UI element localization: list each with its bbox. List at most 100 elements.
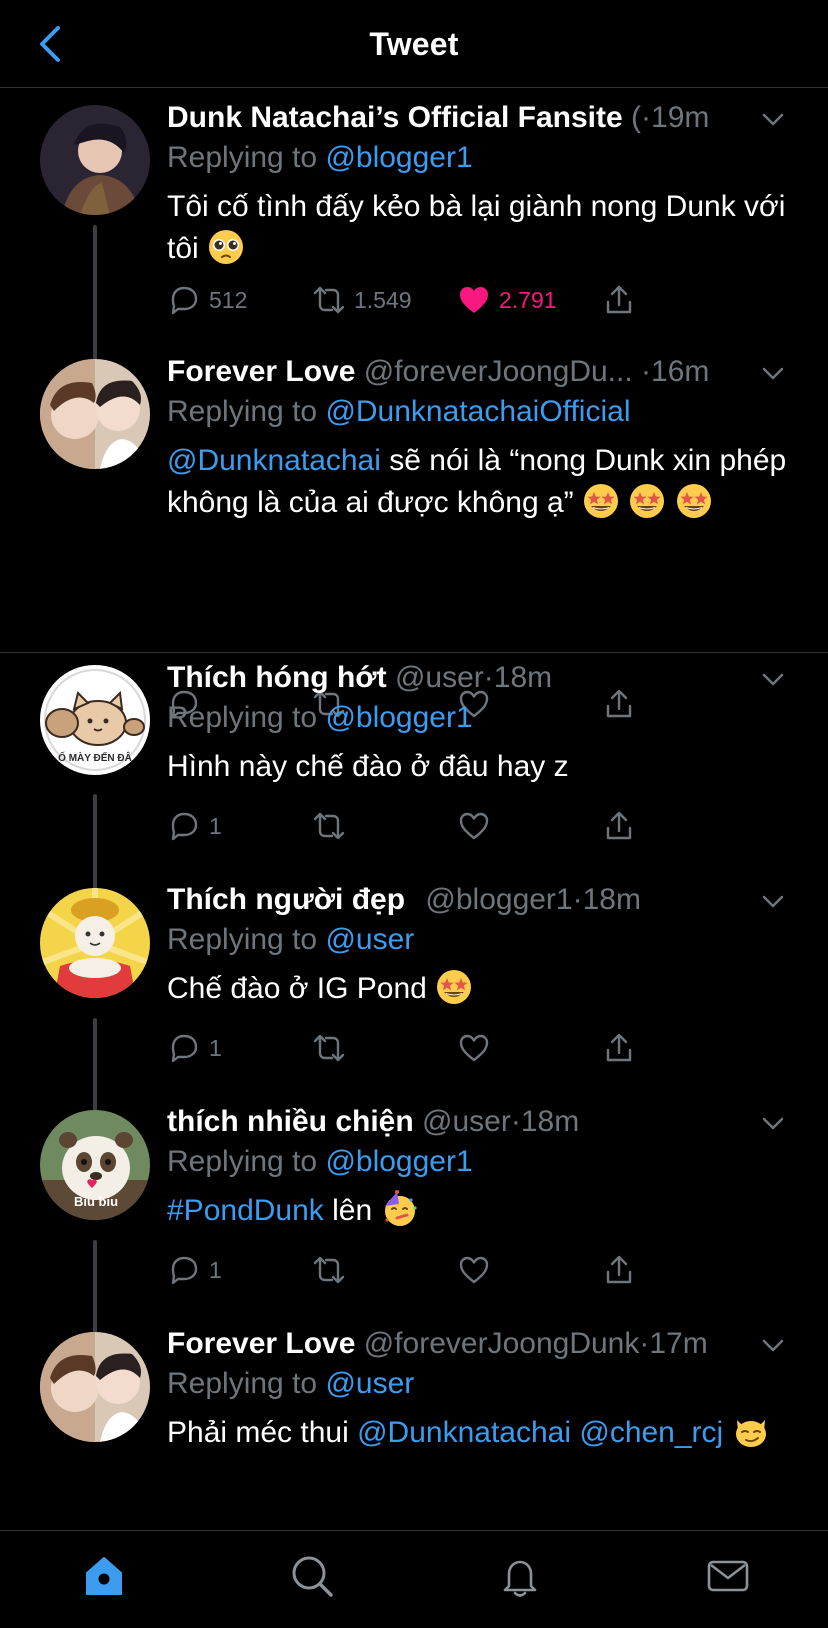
display-name[interactable]: Forever Love (167, 1327, 355, 1360)
conversation-divider (0, 652, 828, 653)
smirking-cat-emoji-icon (735, 1420, 766, 1447)
avatar[interactable]: Biu biu (40, 1110, 150, 1220)
retweet-icon (313, 286, 345, 314)
tweet-actions: 1 (167, 1028, 667, 1068)
username[interactable]: @foreverJoongDunk (364, 1327, 640, 1360)
avatar-caption: Ố MÀY ĐẾN ĐÂ (58, 750, 132, 764)
username[interactable]: @foreverJoongDu... (364, 355, 633, 388)
avatar[interactable] (40, 105, 150, 215)
reply-mention-link[interactable]: @DunknatachaiOfficial (325, 395, 630, 428)
avatar[interactable] (40, 1332, 150, 1442)
star-struck-emoji-icon (676, 484, 711, 518)
retweet-icon (313, 812, 345, 840)
tweet-text: Tôi cố tình đấy kẻo bà lại giành nong Du… (167, 190, 786, 265)
reply-button[interactable]: 1 (167, 1250, 222, 1290)
display-name[interactable]: Thích người đẹp (167, 883, 405, 916)
timestamp: ·17m (639, 1327, 708, 1360)
like-count: 2.791 (499, 286, 557, 313)
retweet-button[interactable]: 1.549 (312, 280, 412, 320)
reply-mention-link[interactable]: @user (325, 1367, 414, 1400)
messages-icon[interactable] (705, 1553, 751, 1599)
reply-icon (171, 286, 198, 315)
avatar[interactable] (40, 888, 150, 998)
username[interactable]: @user (395, 661, 484, 694)
mention-link[interactable]: @Dunknatachai (357, 1416, 571, 1449)
like-button[interactable] (457, 1250, 491, 1290)
search-icon[interactable] (289, 1553, 335, 1599)
like-button[interactable] (457, 1028, 491, 1068)
thread-line (93, 1240, 97, 1346)
tweet-text: Chế đào ở IG Pond (167, 968, 788, 1010)
reply-mention-link[interactable]: @blogger1 (325, 701, 472, 734)
share-button[interactable] (602, 1028, 636, 1068)
chevron-down-icon[interactable] (758, 664, 788, 694)
reply-mention-link[interactable]: @user (325, 923, 414, 956)
share-icon (606, 1033, 632, 1062)
reply-count: 512 (209, 286, 248, 313)
thread-line (93, 794, 97, 900)
tweet-actions: 1 (167, 806, 667, 846)
display-name[interactable]: thích nhiều chiện (167, 1105, 414, 1138)
chevron-down-icon[interactable] (758, 1108, 788, 1138)
chevron-down-icon[interactable] (758, 358, 788, 388)
reply-button[interactable]: 1 (167, 1028, 222, 1068)
replying-to: Replying to @DunknatachaiOfficial (167, 395, 631, 428)
display-name[interactable]: Forever Love (167, 355, 355, 388)
timestamp: ·18m (483, 661, 553, 694)
display-name[interactable]: Dunk Natachai’s Official Fansite (167, 101, 623, 134)
tweet-actions: 1 (167, 1250, 667, 1290)
retweet-button[interactable] (312, 1250, 346, 1290)
tweet-text: @Dunknatachai sẽ nói là “nong Dunk xin p… (167, 444, 787, 519)
reply-mention-link[interactable]: @blogger1 (325, 1145, 472, 1178)
bottom-tab-bar (0, 1530, 828, 1628)
share-icon (606, 285, 632, 314)
like-button[interactable] (457, 806, 491, 846)
username[interactable]: @user (422, 1105, 511, 1138)
notifications-icon[interactable] (497, 1553, 543, 1599)
like-button[interactable]: 2.791 (457, 280, 557, 320)
chevron-down-icon[interactable] (758, 1330, 788, 1360)
tweet-text: Phải méc thui @Dunknatachai @chen_rcj (167, 1412, 788, 1454)
replying-to: Replying to @user (167, 923, 415, 956)
retweet-count: 1.549 (354, 286, 412, 313)
chevron-down-icon[interactable] (758, 886, 788, 916)
share-button[interactable] (602, 806, 636, 846)
share-button[interactable] (602, 1250, 636, 1290)
chevron-down-icon[interactable] (758, 104, 788, 134)
retweet-icon (313, 1034, 345, 1062)
mention-link[interactable]: @chen_rcj (579, 1416, 723, 1449)
star-struck-emoji-icon (584, 484, 619, 518)
timestamp: ·19m (641, 101, 710, 134)
home-icon[interactable] (81, 1553, 127, 1599)
reply-icon (171, 812, 198, 841)
display-name[interactable]: Thích hóng hớt (167, 661, 387, 694)
tweet-header: Forever Love @foreverJoongDu... ·16m (167, 352, 788, 392)
reply-button[interactable]: 1 (167, 806, 222, 846)
reply-button[interactable]: 512 (167, 280, 247, 320)
reply-count: 1 (209, 1034, 222, 1061)
hashtag-link[interactable]: #PondDunk (167, 1194, 324, 1227)
reply-icon (171, 1034, 198, 1063)
tweet-text: Hình này chế đào ở đâu hay z (167, 750, 569, 783)
tweet-header: Thích hóng hớt @user·18m (167, 658, 788, 698)
share-button[interactable] (602, 280, 636, 320)
username[interactable]: @blogger1 (425, 883, 572, 916)
avatar[interactable]: Ố MÀY ĐẾN ĐÂ (40, 665, 150, 775)
retweet-button[interactable] (312, 1028, 346, 1068)
star-struck-emoji-icon (437, 970, 472, 1004)
timestamp: ·18m (572, 883, 641, 916)
reply-feed[interactable]: Dunk Natachai’s Official Fansite (·19m R… (0, 88, 828, 1530)
reply-mention-link[interactable]: @blogger1 (325, 141, 472, 174)
heart-icon (459, 1256, 489, 1284)
avatar[interactable] (40, 359, 150, 469)
partying-face-emoji-icon (384, 1190, 417, 1226)
reply-icon (171, 1256, 198, 1285)
share-icon (606, 1255, 632, 1284)
replying-to: Replying to @blogger1 (167, 701, 473, 734)
share-icon (606, 811, 632, 840)
heart-icon (459, 1034, 489, 1062)
replying-to: Replying to @blogger1 (167, 1145, 473, 1178)
retweet-button[interactable] (312, 806, 346, 846)
mention-link[interactable]: @Dunknatachai (167, 444, 381, 477)
username[interactable]: ( (631, 101, 641, 134)
